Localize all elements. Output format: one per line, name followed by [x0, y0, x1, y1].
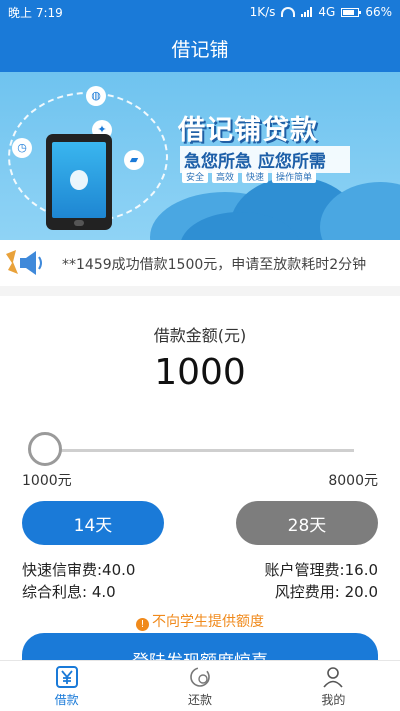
amount-slider-handle[interactable] [28, 432, 62, 466]
term-28-days-button[interactable]: 28天 [236, 501, 378, 545]
warning-icon: ! [136, 618, 149, 631]
tab-label: 我的 [321, 693, 346, 707]
risk-control-fee: 风控费用: 20.0 [274, 583, 378, 601]
banner-slogan: 急您所急 应您所需 [180, 146, 350, 173]
clock-icon: ◷ [12, 138, 32, 158]
wifi-icon [281, 7, 296, 17]
speaker-icon [6, 250, 42, 275]
battery-level: 66% [365, 5, 392, 19]
repay-icon [190, 667, 210, 687]
battery-icon [341, 7, 362, 17]
bottom-tab-bar: 借款 还款 我的 [0, 660, 400, 711]
amount-slider-track[interactable] [44, 449, 354, 452]
banner-tags: 安全 高效 快速 操作简单 [182, 170, 317, 183]
status-time: 晚上 7:19 [8, 5, 63, 20]
banner-tag: 安全 [182, 170, 209, 183]
car-icon: ▰ [124, 150, 144, 170]
status-bar: 晚上 7:19 1K/s 4G 66% [0, 0, 400, 24]
money-bag-icon [70, 170, 88, 190]
loan-panel: 借款金额(元) 1000 1000元 8000元 14天 28天 快速信审费:4… [0, 296, 400, 677]
notice-text: **1459成功借款1500元，申请至放款耗时2分钟 [62, 257, 367, 273]
banner-tag: 操作简单 [272, 170, 317, 183]
status-indicators: 1K/s 4G 66% [250, 5, 392, 19]
interest-fee: 综合利息: 4.0 [22, 583, 116, 601]
banner-tag: 高效 [212, 170, 239, 183]
tab-repay[interactable]: 还款 [133, 661, 266, 711]
yen-icon [55, 666, 78, 688]
notice-bar: **1459成功借款1500元，申请至放款耗时2分钟 [0, 240, 400, 286]
cart-icon: ◍ [86, 86, 106, 106]
user-icon [323, 667, 343, 688]
tab-borrow[interactable]: 借款 [0, 661, 133, 711]
network-type: 4G [318, 5, 336, 19]
term-14-days-button[interactable]: 14天 [22, 501, 164, 545]
signal-icon [301, 7, 313, 17]
amount-value: 1000 [154, 352, 246, 393]
app-title: 借记铺 [171, 38, 229, 61]
promo-banner[interactable]: ◍ ✦ ◷ ▰ 借记铺贷款 急您所急 应您所需 安全 高效 快速 操作简单 [0, 72, 400, 240]
tab-label: 借款 [54, 693, 79, 707]
quick-review-fee: 快速信审费:40.0 [22, 561, 136, 579]
banner-tag: 快速 [242, 170, 269, 183]
tab-mine[interactable]: 我的 [267, 661, 400, 711]
phone-illustration [46, 134, 112, 230]
amount-label: 借款金额(元) [153, 326, 247, 345]
student-warning: ! 不向学生提供额度 [0, 611, 400, 631]
account-management-fee: 账户管理费:16.0 [264, 561, 378, 579]
warning-text: 不向学生提供额度 [152, 614, 264, 630]
banner-title: 借记铺贷款 [178, 115, 318, 146]
slider-min-label: 1000元 [22, 473, 72, 489]
tab-label: 还款 [187, 693, 212, 707]
app-bar: 借记铺 [0, 24, 400, 72]
network-speed: 1K/s [249, 5, 276, 19]
slider-max-label: 8000元 [328, 473, 378, 489]
